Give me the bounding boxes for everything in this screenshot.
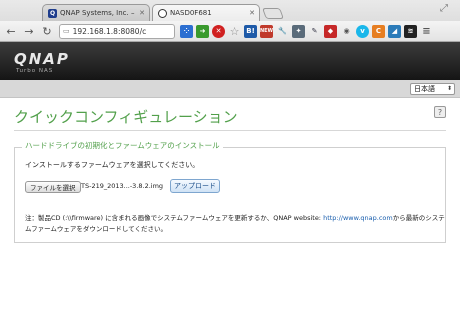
close-tab-icon[interactable]: ✕ (247, 9, 257, 17)
firmware-note: 注：製品CD (:\\firmware) に含まれる画像でシステムファームウェア… (25, 213, 445, 235)
note-prefix: 注：製品CD (:\\firmware) に含まれる画像でシステムファームウェア… (25, 214, 324, 222)
layers-icon[interactable]: ≋ (404, 24, 417, 38)
c-icon[interactable]: C (372, 24, 385, 38)
window-resize-icon[interactable]: ⤢ (440, 3, 454, 15)
extension-icons: ⁘ ➜ ✕ ☆ B! NEW 🔧 ✦ ✎ ◆ ◉ v C ◢ ≋ ≡ (177, 24, 433, 38)
tab-nas[interactable]: NASD0F681 ✕ (152, 4, 260, 21)
qnap-header: QNAP Turbo NAS (0, 42, 460, 80)
reload-icon[interactable]: ↻ (40, 24, 54, 38)
back-arrow-icon[interactable]: ← (4, 24, 18, 38)
vimeo-icon[interactable]: v (356, 24, 369, 38)
page-title: クイックコンフィギュレーション (14, 108, 238, 126)
hatena-icon[interactable]: B! (244, 24, 257, 38)
wrench-icon[interactable]: 🔧 (276, 25, 289, 38)
menu-icon[interactable]: ≡ (420, 25, 433, 38)
instruction-text: インストールするファームウェアを選択してください。 (25, 161, 200, 169)
tweetdeck-icon[interactable]: ◢ (388, 24, 401, 38)
new-badge-icon[interactable]: NEW (260, 24, 273, 38)
upload-button[interactable]: アップロード (170, 179, 220, 193)
tab-title: QNAP Systems, Inc. – Netw (60, 9, 137, 17)
red-stop-icon[interactable]: ✕ (212, 24, 225, 38)
star-icon[interactable]: ☆ (228, 25, 241, 38)
page-icon: ▭ (63, 27, 70, 35)
puzzle-icon[interactable]: ✦ (292, 24, 305, 38)
eye-icon[interactable]: ◉ (340, 25, 353, 38)
language-value: 日本語 (414, 85, 435, 93)
select-arrow-icon: ⬍ (446, 85, 452, 92)
red-car-icon[interactable]: ◆ (324, 24, 337, 38)
section-legend: ハードドライブの初期化とファームウェアのインストール (22, 140, 223, 151)
browser-toolbar: ← → ↻ ▭ 192.168.1.8:8080/c ⁘ ➜ ✕ ☆ B! NE… (0, 21, 460, 41)
qnap-logo: QNAP (14, 50, 70, 68)
url-text: 192.168.1.8:8080/c (72, 26, 147, 36)
qnap-favicon-icon: Q (48, 8, 57, 18)
address-bar[interactable]: ▭ 192.168.1.8:8080/c (59, 23, 175, 39)
forward-arrow-icon[interactable]: → (22, 24, 36, 38)
selected-file-name: TS-219_2013...-3.8.2.img (81, 182, 164, 190)
browser-chrome: Q QNAP Systems, Inc. – Netw ✕ NASD0F681 … (0, 0, 460, 42)
qnap-website-link[interactable]: http://www.qnap.com (323, 214, 393, 222)
tab-strip: Q QNAP Systems, Inc. – Netw ✕ NASD0F681 … (0, 0, 460, 21)
qnap-subtitle: Turbo NAS (16, 68, 54, 74)
tab-title: NASD0F681 (170, 9, 212, 17)
blue-dots-icon[interactable]: ⁘ (180, 24, 193, 38)
close-tab-icon[interactable]: ✕ (137, 9, 147, 17)
green-arrow-icon[interactable]: ➜ (196, 24, 209, 38)
loading-favicon-icon (158, 8, 167, 18)
language-bar: 日本語 ⬍ (0, 80, 460, 98)
help-icon[interactable]: ? (434, 106, 446, 118)
choose-file-button[interactable]: ファイルを選択 (25, 181, 81, 193)
pen-icon[interactable]: ✎ (308, 25, 321, 38)
tab-qnap-systems[interactable]: Q QNAP Systems, Inc. – Netw ✕ (42, 4, 150, 21)
title-divider (14, 130, 446, 131)
language-select[interactable]: 日本語 ⬍ (410, 83, 455, 95)
new-tab-button[interactable] (261, 8, 285, 19)
